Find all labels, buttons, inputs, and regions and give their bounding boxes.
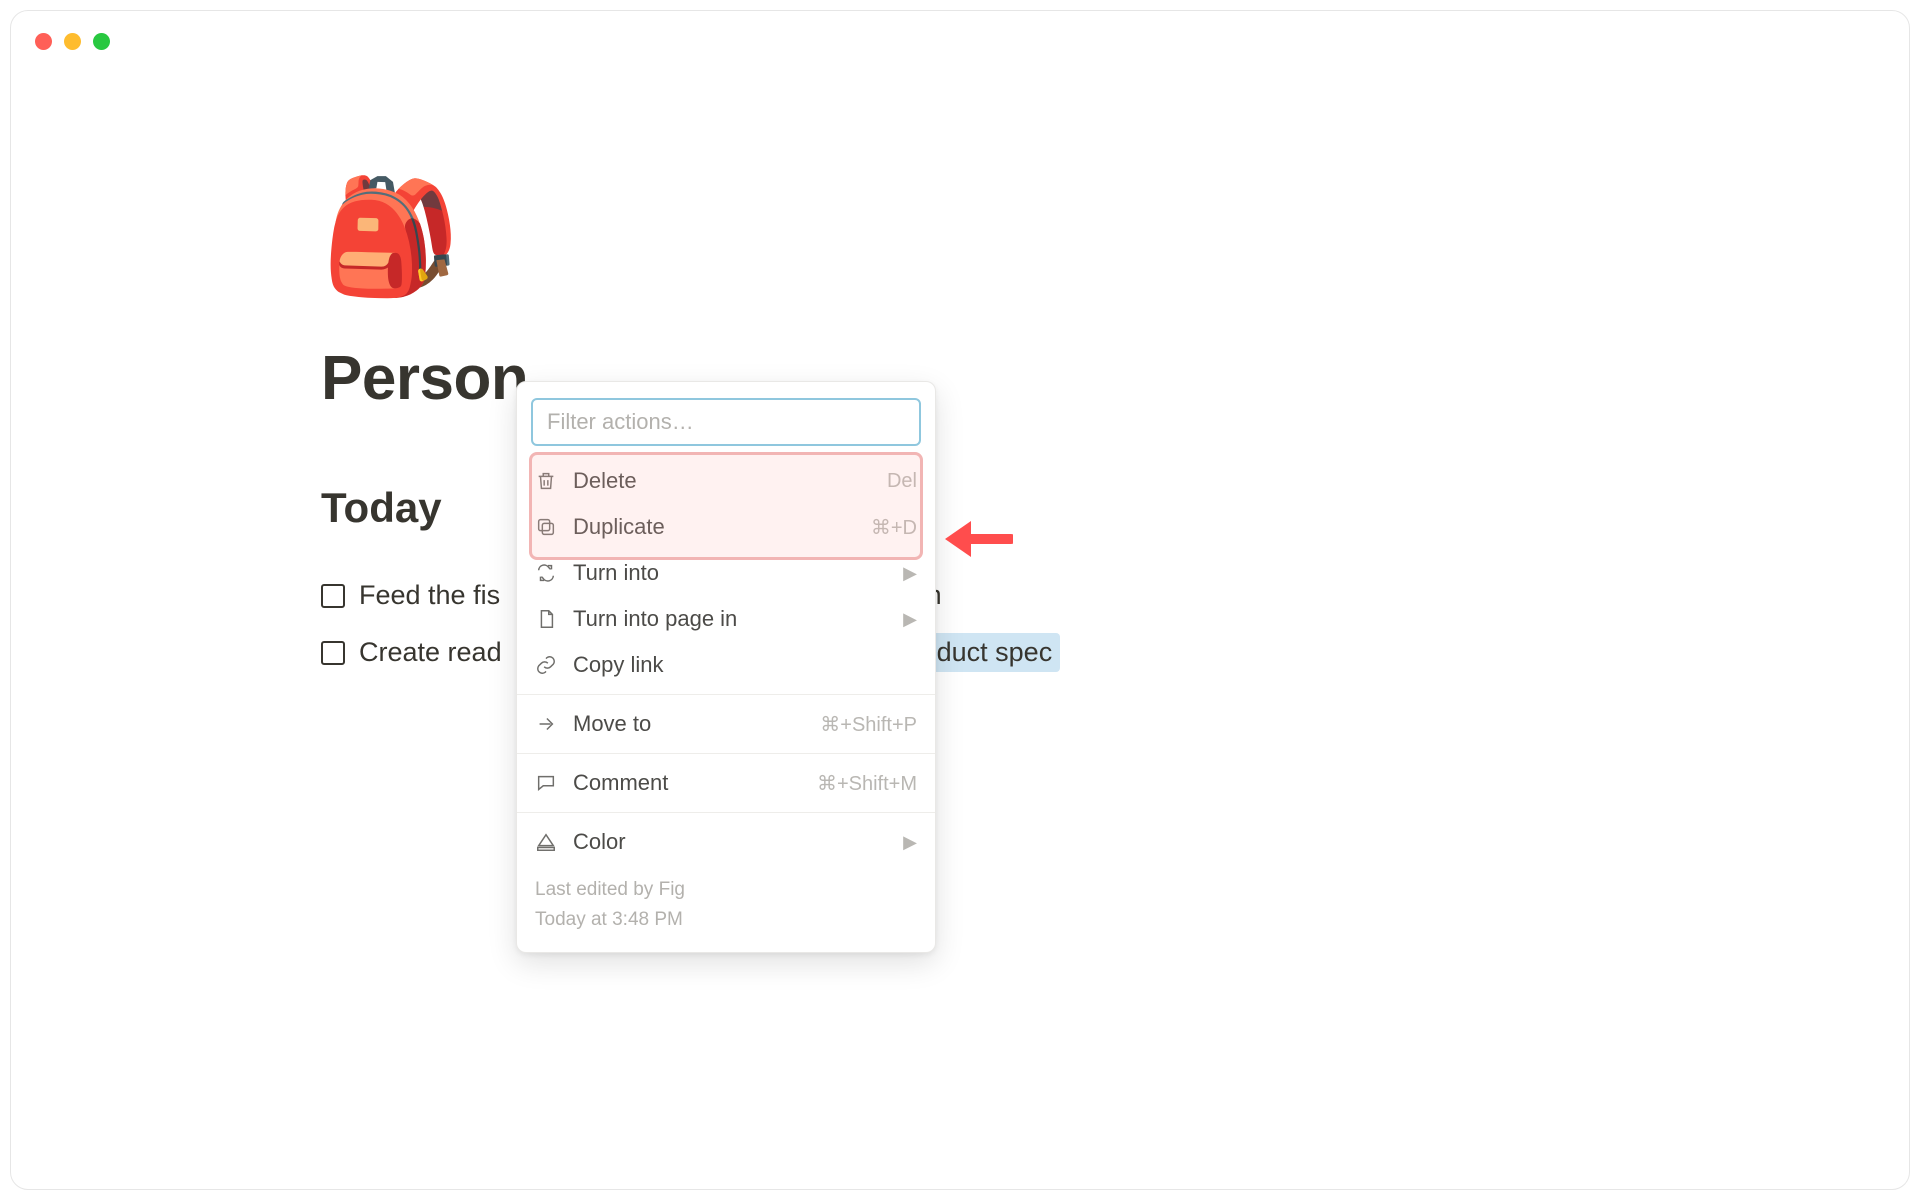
duplicate-icon (535, 516, 557, 538)
block-context-menu: Delete Del Duplicate ⌘+D Turn into ▶ Tur… (516, 381, 936, 953)
app-window: 🎒 Person Today Feed the fis Create read … (10, 10, 1910, 1190)
todo-item[interactable]: Create read (321, 633, 510, 672)
chevron-right-icon: ▶ (903, 832, 917, 853)
last-edited-time: Today at 3:48 PM (535, 905, 917, 935)
menu-item-color[interactable]: Color ▶ (517, 819, 935, 865)
last-edited-by: Last edited by Fig (535, 875, 917, 905)
color-icon (535, 831, 557, 853)
menu-item-turn-into-page-in[interactable]: Turn into page in ▶ (517, 596, 935, 642)
link-icon (535, 654, 557, 676)
todo-item[interactable]: Feed the fis (321, 576, 510, 615)
menu-divider (517, 812, 935, 813)
chevron-right-icon: ▶ (903, 563, 917, 584)
menu-item-comment[interactable]: Comment ⌘+Shift+M (517, 760, 935, 806)
todo-label: Feed the fis (359, 580, 500, 611)
menu-item-label: Color (573, 829, 887, 855)
checkbox-icon[interactable] (321, 641, 345, 665)
loop-icon (535, 562, 557, 584)
menu-item-label: Duplicate (573, 514, 855, 540)
menu-item-label: Delete (573, 468, 871, 494)
menu-item-shortcut: ⌘+Shift+M (817, 771, 917, 796)
window-controls (35, 33, 110, 50)
close-window-button[interactable] (35, 33, 52, 50)
menu-item-turn-into[interactable]: Turn into ▶ (517, 550, 935, 596)
menu-item-shortcut: Del (887, 470, 917, 493)
menu-item-label: Turn into (573, 560, 887, 586)
chevron-right-icon: ▶ (903, 609, 917, 630)
maximize-window-button[interactable] (93, 33, 110, 50)
page-icon (535, 608, 557, 630)
page-icon[interactable]: 🎒 (321, 181, 1829, 293)
todo-label: Create read (359, 637, 502, 668)
menu-divider (517, 694, 935, 695)
move-to-icon (535, 713, 557, 735)
filter-actions-input[interactable] (531, 398, 921, 446)
comment-icon (535, 772, 557, 794)
checkbox-icon[interactable] (321, 584, 345, 608)
menu-item-duplicate[interactable]: Duplicate ⌘+D (517, 504, 935, 550)
menu-item-label: Turn into page in (573, 606, 887, 632)
minimize-window-button[interactable] (64, 33, 81, 50)
menu-item-copy-link[interactable]: Copy link (517, 642, 935, 688)
menu-item-shortcut: ⌘+D (871, 515, 917, 540)
todo-column-1: Feed the fis Create read (321, 576, 510, 672)
context-menu-footer: Last edited by Fig Today at 3:48 PM (517, 865, 935, 936)
menu-item-shortcut: ⌘+Shift+P (820, 712, 917, 737)
menu-item-delete[interactable]: Delete Del (517, 458, 935, 504)
menu-item-label: Comment (573, 770, 801, 796)
menu-item-move-to[interactable]: Move to ⌘+Shift+P (517, 701, 935, 747)
menu-item-label: Copy link (573, 652, 917, 678)
menu-item-label: Move to (573, 711, 804, 737)
trash-icon (535, 470, 557, 492)
menu-divider (517, 753, 935, 754)
